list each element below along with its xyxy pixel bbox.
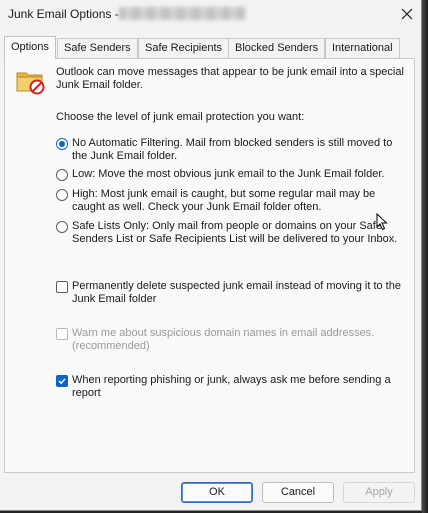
intro-text: Outlook can move messages that appear to… xyxy=(56,66,404,91)
checkbox-label: Warn me about suspicious domain names in… xyxy=(72,327,375,352)
permanently-delete-checkbox[interactable] xyxy=(56,281,68,293)
level-safe-lists-only[interactable]: Safe Lists Only: Only mail from people o… xyxy=(56,220,406,246)
ask-before-reporting-option[interactable]: When reporting phishing or junk, always … xyxy=(56,374,406,400)
radio-low[interactable] xyxy=(56,169,68,181)
radio-no-automatic-filtering[interactable] xyxy=(56,138,68,150)
tab-blocked-senders[interactable]: Blocked Senders xyxy=(228,38,326,58)
tab-international[interactable]: International xyxy=(325,38,400,58)
level-high[interactable]: High: Most junk email is caught, but som… xyxy=(56,188,406,214)
radio-safe-lists-only[interactable] xyxy=(56,221,68,233)
options-panel: Outlook can move messages that appear to… xyxy=(4,58,415,473)
warn-suspicious-domains-checkbox xyxy=(56,328,68,340)
ok-button[interactable]: OK xyxy=(181,482,253,503)
blurred-account-name xyxy=(119,7,245,20)
level-low[interactable]: Low: Move the most obvious junk email to… xyxy=(56,168,406,181)
tab-safe-senders[interactable]: Safe Senders xyxy=(57,38,138,58)
ask-before-reporting-checkbox[interactable] xyxy=(56,375,68,387)
mouse-pointer-icon xyxy=(376,213,388,231)
tab-safe-recipients[interactable]: Safe Recipients xyxy=(138,38,230,58)
level-label: Low: Move the most obvious junk email to… xyxy=(72,168,385,180)
close-button[interactable] xyxy=(392,1,422,27)
level-label: Safe Lists Only: Only mail from people o… xyxy=(72,220,398,245)
warn-suspicious-domains-option: Warn me about suspicious domain names in… xyxy=(56,327,406,353)
tab-options[interactable]: Options xyxy=(4,36,56,59)
level-label: No Automatic Filtering. Mail from blocke… xyxy=(72,137,393,162)
close-icon xyxy=(401,8,413,20)
checkbox-label: When reporting phishing or junk, always … xyxy=(72,374,391,399)
checkbox-label: Permanently delete suspected junk email … xyxy=(72,280,401,305)
level-no-automatic-filtering[interactable]: No Automatic Filtering. Mail from blocke… xyxy=(56,137,406,163)
level-label: High: Most junk email is caught, but som… xyxy=(72,188,376,213)
junk-email-options-dialog: Junk Email Options - Options Safe Sender… xyxy=(0,0,422,511)
permanently-delete-option[interactable]: Permanently delete suspected junk email … xyxy=(56,280,406,306)
checkmark-icon xyxy=(58,378,66,385)
window-edge xyxy=(422,0,428,513)
radio-high[interactable] xyxy=(56,189,68,201)
cancel-button[interactable]: Cancel xyxy=(262,482,334,503)
protection-level-heading: Choose the level of junk email protectio… xyxy=(56,111,305,123)
junk-folder-icon xyxy=(16,72,45,95)
title-bar[interactable]: Junk Email Options - xyxy=(0,0,422,30)
apply-button: Apply xyxy=(343,482,415,503)
window-title: Junk Email Options - xyxy=(8,7,119,21)
